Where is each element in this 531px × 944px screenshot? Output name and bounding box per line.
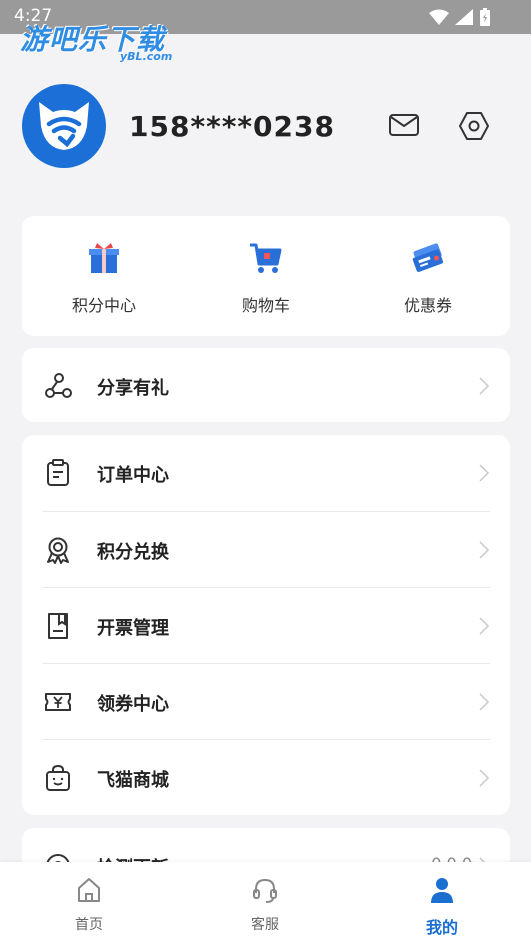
quick-action-label: 积分中心 — [71, 296, 136, 315]
bottom-tab-bar: 首页 客服 我的 — [0, 862, 531, 944]
menu-item-coupon-center[interactable]: 领券中心 — [22, 664, 510, 740]
chevron-right-icon — [479, 693, 490, 711]
services-menu-card: 订单中心 积分兑换 开票管理 领券中心 飞猫商城 — [22, 435, 510, 815]
menu-item-points-exchange[interactable]: 积分兑换 — [22, 512, 510, 588]
menu-item-label: 飞猫商城 — [97, 770, 169, 791]
share-icon — [45, 373, 72, 398]
watermark-url: yBL.com — [120, 50, 173, 63]
menu-item-label: 分享有礼 — [97, 378, 169, 399]
menu-item-label: 开票管理 — [97, 618, 169, 639]
tab-label: 我的 — [425, 918, 458, 937]
menu-item-invoices[interactable]: 开票管理 — [22, 588, 510, 664]
shopping-bag-icon — [46, 764, 70, 791]
invoice-icon — [48, 613, 68, 639]
tab-label: 客服 — [251, 917, 279, 933]
quick-action-points-center[interactable]: 积分中心 — [34, 240, 174, 316]
tab-label: 首页 — [75, 917, 103, 933]
menu-item-label: 领券中心 — [97, 694, 169, 715]
battery-icon — [480, 8, 490, 26]
badge-icon — [47, 537, 69, 564]
quick-action-cart[interactable]: 购物车 — [196, 240, 336, 316]
menu-item-label: 订单中心 — [97, 465, 169, 486]
quick-action-label: 优惠券 — [403, 296, 452, 315]
menu-item-share[interactable]: 分享有礼 — [22, 348, 510, 424]
cart-icon — [250, 243, 282, 273]
profile-header: 158****0238 — [22, 84, 512, 172]
user-icon — [431, 878, 453, 903]
headset-icon — [253, 878, 277, 903]
share-card: 分享有礼 — [22, 348, 510, 422]
tab-home[interactable]: 首页 — [44, 876, 134, 934]
chevron-right-icon — [479, 769, 490, 787]
menu-item-orders[interactable]: 订单中心 — [22, 435, 510, 511]
signal-icon — [455, 9, 473, 25]
messages-button[interactable] — [388, 112, 424, 142]
user-phone: 158****0238 — [129, 110, 335, 143]
chevron-right-icon — [479, 464, 490, 482]
tab-customer-service[interactable]: 客服 — [220, 876, 310, 934]
menu-item-label: 积分兑换 — [97, 542, 169, 563]
coupon-icon — [412, 243, 444, 272]
settings-icon — [459, 112, 489, 140]
quick-action-label: 购物车 — [241, 296, 290, 315]
yen-ticket-icon — [45, 693, 71, 711]
quick-actions-card: 积分中心 购物车 优惠券 — [22, 216, 510, 336]
mail-icon — [389, 114, 419, 136]
tab-mine[interactable]: 我的 — [397, 876, 487, 938]
quick-action-coupons[interactable]: 优惠券 — [358, 240, 498, 316]
chevron-right-icon — [479, 541, 490, 559]
status-icons — [429, 8, 491, 26]
chevron-right-icon — [479, 617, 490, 635]
settings-button[interactable] — [458, 110, 492, 144]
clipboard-icon — [47, 459, 69, 486]
avatar[interactable] — [22, 84, 106, 168]
cat-logo-icon — [39, 102, 89, 150]
chevron-right-icon — [479, 377, 490, 395]
menu-item-feimao-mall[interactable]: 飞猫商城 — [22, 740, 510, 816]
wifi-icon — [429, 9, 449, 25]
home-icon — [78, 878, 100, 902]
gift-icon — [89, 243, 119, 273]
